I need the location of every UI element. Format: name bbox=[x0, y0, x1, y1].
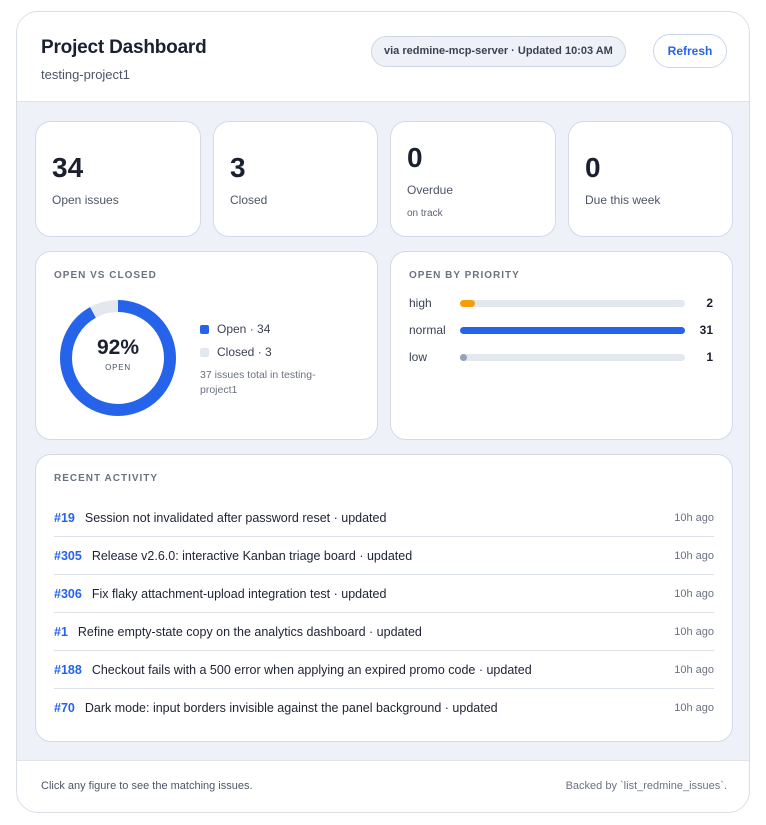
stat-label: Closed bbox=[230, 193, 268, 207]
activity-time: 10h ago bbox=[674, 626, 714, 638]
priority-count-low[interactable]: 1 bbox=[687, 350, 713, 364]
activity-time: 10h ago bbox=[674, 550, 714, 562]
legend-item-closed[interactable]: Closed · 3 bbox=[200, 345, 272, 359]
source-badge: via redmine-mcp-server · Updated 10:03 A… bbox=[371, 36, 626, 67]
open-vs-closed-card: OPEN VS CLOSED 92% OPEN Open · 34 Closed… bbox=[35, 251, 378, 440]
activity-row[interactable]: #19 Session not invalidated after passwor… bbox=[54, 499, 714, 537]
activity-time: 10h ago bbox=[674, 588, 714, 600]
section-label: OPEN BY PRIORITY bbox=[409, 270, 520, 281]
stat-value: 0 bbox=[585, 152, 601, 183]
legend-label: Open · 34 bbox=[217, 322, 271, 336]
stat-label: Overdue bbox=[407, 183, 454, 197]
footer-source: Backed by `list_redmine_issues`. bbox=[565, 780, 727, 792]
activity-time: 10h ago bbox=[674, 512, 714, 524]
stat-value: 0 bbox=[407, 142, 423, 173]
priority-label-high: high bbox=[409, 296, 432, 310]
priority-bar-low[interactable] bbox=[460, 354, 685, 361]
stat-label: Open issues bbox=[52, 193, 119, 207]
priority-fill-normal bbox=[460, 327, 685, 334]
priority-fill-high bbox=[460, 300, 475, 307]
open-closed-donut[interactable]: 92% OPEN bbox=[58, 298, 178, 418]
stat-card-overdue[interactable]: 0 Overdue on track bbox=[390, 121, 556, 237]
donut-percent: 92% bbox=[96, 336, 140, 359]
stat-value: 34 bbox=[52, 152, 84, 183]
legend-item-open[interactable]: Open · 34 bbox=[200, 322, 270, 336]
issue-link[interactable]: #19 bbox=[54, 511, 75, 525]
stat-value: 3 bbox=[230, 152, 246, 183]
stat-card-open-issues[interactable]: 34 Open issues bbox=[35, 121, 201, 237]
activity-text: Session not invalidated after password r… bbox=[84, 511, 387, 525]
priority-count-high[interactable]: 2 bbox=[687, 296, 713, 310]
activity-time: 10h ago bbox=[674, 702, 714, 714]
dashboard-header: Project Dashboard testing-project1 via r… bbox=[17, 12, 749, 102]
activity-text: Dark mode: input borders invisible again… bbox=[84, 701, 498, 715]
legend-swatch-closed bbox=[200, 348, 209, 357]
priority-count-normal[interactable]: 31 bbox=[687, 323, 713, 337]
open-by-priority-card: OPEN BY PRIORITY high 2 normal 31 low 1 bbox=[390, 251, 733, 440]
activity-text: Refine empty-state copy on the analytics… bbox=[77, 625, 422, 639]
activity-row[interactable]: #305 Release v2.6.0: interactive Kanban t… bbox=[54, 537, 714, 575]
issue-link[interactable]: #70 bbox=[54, 701, 75, 715]
footer-hint: Click any figure to see the matching iss… bbox=[41, 780, 253, 792]
priority-fill-low bbox=[460, 354, 467, 361]
page-title: Project Dashboard bbox=[41, 37, 207, 58]
stat-sublabel: on track bbox=[407, 208, 443, 219]
issue-link[interactable]: #305 bbox=[54, 549, 82, 563]
recent-activity-card: RECENT ACTIVITY #19 Session not invalidat… bbox=[35, 454, 733, 742]
issue-link[interactable]: #1 bbox=[54, 625, 68, 639]
dashboard-footer: Click any figure to see the matching iss… bbox=[17, 760, 749, 812]
section-label: RECENT ACTIVITY bbox=[54, 473, 159, 484]
project-name: testing-project1 bbox=[41, 67, 130, 82]
activity-row[interactable]: #1 Refine empty-state copy on the analyti… bbox=[54, 613, 714, 651]
legend-label: Closed · 3 bbox=[217, 345, 272, 359]
donut-caption: OPEN bbox=[105, 363, 131, 372]
legend-swatch-open bbox=[200, 325, 209, 334]
priority-bar-normal[interactable] bbox=[460, 327, 685, 334]
dashboard-body: 34 Open issues 3 Closed 0 Overdue on tra… bbox=[17, 102, 749, 760]
activity-row[interactable]: #70 Dark mode: input borders invisible ag… bbox=[54, 689, 714, 727]
activity-time: 10h ago bbox=[674, 664, 714, 676]
section-label: OPEN VS CLOSED bbox=[54, 270, 157, 281]
activity-text: Fix flaky attachment-upload integration … bbox=[91, 587, 387, 601]
activity-row[interactable]: #188 Checkout fails with a 500 error when… bbox=[54, 651, 714, 689]
priority-bar-high[interactable] bbox=[460, 300, 685, 307]
refresh-button[interactable]: Refresh bbox=[653, 34, 727, 68]
dashboard-panel: Project Dashboard testing-project1 via r… bbox=[16, 11, 750, 813]
activity-row[interactable]: #306 Fix flaky attachment-upload integrat… bbox=[54, 575, 714, 613]
priority-label-normal: normal bbox=[409, 323, 446, 337]
stat-label: Due this week bbox=[585, 193, 661, 207]
priority-label-low: low bbox=[409, 350, 428, 364]
stat-card-due-this-week[interactable]: 0 Due this week bbox=[568, 121, 733, 237]
stat-card-closed[interactable]: 3 Closed bbox=[213, 121, 378, 237]
activity-text: Checkout fails with a 500 error when app… bbox=[91, 663, 532, 677]
issues-total-note: 37 issues total in testing-project1 bbox=[200, 369, 316, 396]
issue-link[interactable]: #188 bbox=[54, 663, 82, 677]
issue-link[interactable]: #306 bbox=[54, 587, 82, 601]
activity-text: Release v2.6.0: interactive Kanban triag… bbox=[91, 549, 413, 563]
